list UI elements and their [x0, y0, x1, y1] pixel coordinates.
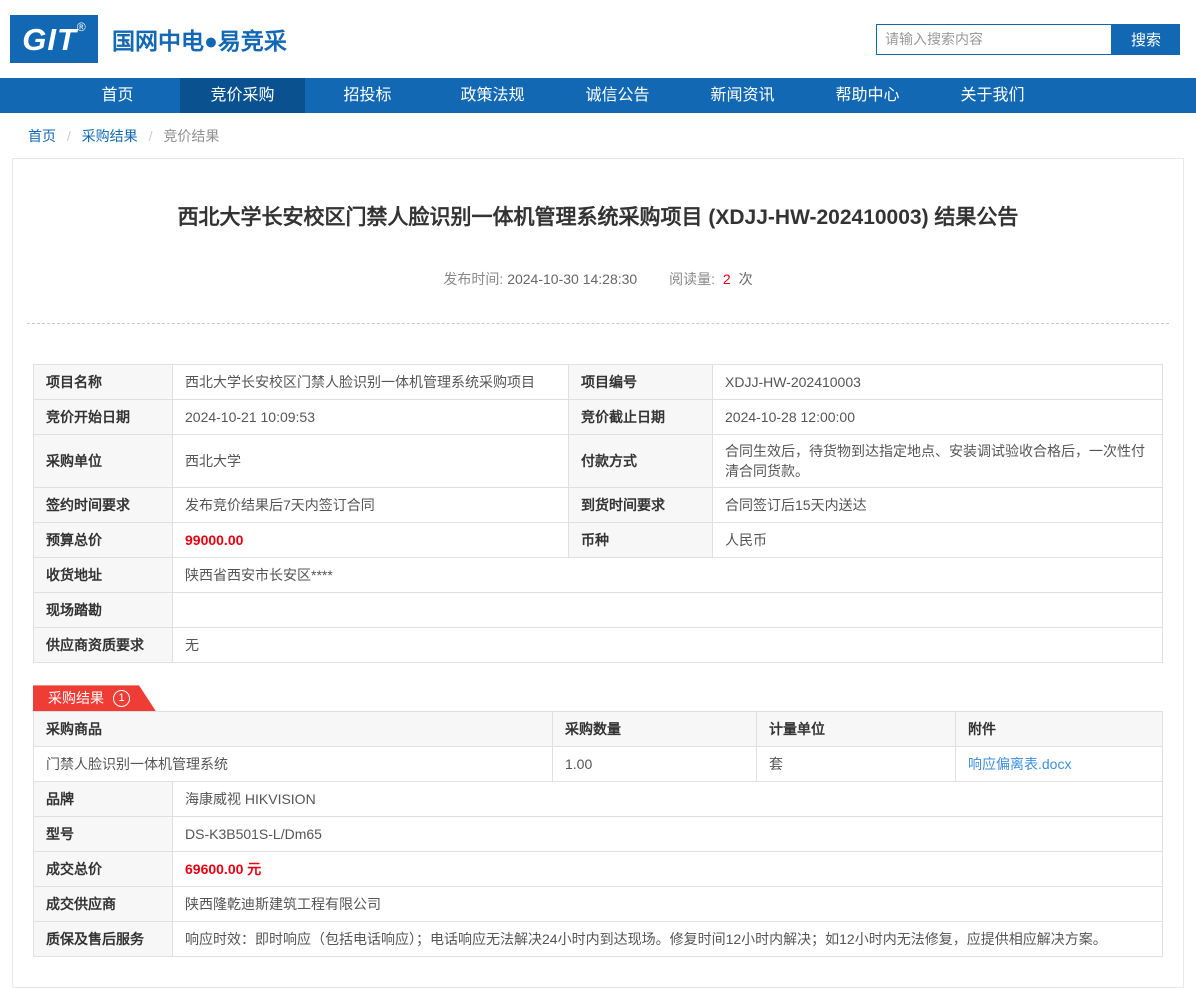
nav-item-about-us[interactable]: 关于我们: [930, 78, 1055, 113]
bid-end-label: 竞价截止日期: [569, 400, 713, 435]
breadcrumb-separator: /: [149, 128, 153, 144]
breadcrumb: 首页 / 采购结果 / 竞价结果: [0, 113, 1196, 158]
purchase-result-table: 采购商品 采购数量 计量单位 附件 门禁人脸识别一体机管理系统 1.00 套 响…: [33, 711, 1163, 782]
deal-price-label: 成交总价: [34, 852, 173, 887]
project-info-table: 项目名称 西北大学长安校区门禁人脸识别一体机管理系统采购项目 项目编号 XDJJ…: [33, 364, 1163, 663]
delivery-time-label: 到货时间要求: [569, 488, 713, 523]
site-header: GIT ® 国网中电●易竞采 搜索: [0, 0, 1196, 78]
main-nav: 首页 竞价采购 招投标 政策法规 诚信公告 新闻资讯 帮助中心 关于我们: [0, 78, 1196, 113]
result-detail-table: 品牌 海康威视 HIKVISION 型号 DS-K3B501S-L/Dm65 成…: [33, 781, 1163, 957]
nav-item-news[interactable]: 新闻资讯: [680, 78, 805, 113]
publish-time-value: 2024-10-30 14:28:30: [507, 271, 637, 287]
warranty-label: 质保及售后服务: [34, 922, 173, 957]
unit-column-header: 计量单位: [757, 712, 956, 747]
warranty-value: 响应时效：即时响应（包括电话响应）；电话响应无法解决24小时内到达现场。修复时间…: [173, 922, 1163, 957]
budget-label: 预算总价: [34, 523, 173, 558]
site-survey-value: [173, 593, 1163, 628]
project-name-value: 西北大学长安校区门禁人脸识别一体机管理系统采购项目: [173, 365, 569, 400]
payment-label: 付款方式: [569, 435, 713, 488]
nav-item-bidding-purchase[interactable]: 竞价采购: [180, 78, 305, 113]
qualification-value: 无: [173, 628, 1163, 663]
article-meta: 发布时间: 2024-10-30 14:28:30 阅读量: 2 次: [33, 269, 1163, 289]
table-row: 采购单位 西北大学 付款方式 合同生效后，待货物到达指定地点、安装调试验收合格后…: [34, 435, 1163, 488]
table-row: 收货地址 陕西省西安市长安区****: [34, 558, 1163, 593]
table-row: 项目名称 西北大学长安校区门禁人脸识别一体机管理系统采购项目 项目编号 XDJJ…: [34, 365, 1163, 400]
project-code-label: 项目编号: [569, 365, 713, 400]
bid-end-value: 2024-10-28 12:00:00: [713, 400, 1163, 435]
announcement-card: 西北大学长安校区门禁人脸识别一体机管理系统采购项目 (XDJJ-HW-20241…: [12, 158, 1184, 988]
attachment-cell: 响应偏离表.docx: [956, 747, 1163, 782]
table-row: 供应商资质要求 无: [34, 628, 1163, 663]
budget-value: 99000.00: [173, 523, 569, 558]
nav-item-home[interactable]: 首页: [55, 78, 180, 113]
delivery-time-value: 合同签订后15天内送达: [713, 488, 1163, 523]
sign-time-label: 签约时间要求: [34, 488, 173, 523]
site-survey-label: 现场踏勘: [34, 593, 173, 628]
nav-item-integrity-notice[interactable]: 诚信公告: [555, 78, 680, 113]
quantity-column-header: 采购数量: [553, 712, 757, 747]
table-row: 型号 DS-K3B501S-L/Dm65: [34, 817, 1163, 852]
search-input[interactable]: [876, 24, 1112, 55]
page-title: 西北大学长安校区门禁人脸识别一体机管理系统采购项目 (XDJJ-HW-20241…: [63, 203, 1133, 232]
address-label: 收货地址: [34, 558, 173, 593]
table-header-row: 采购商品 采购数量 计量单位 附件: [34, 712, 1163, 747]
table-row: 成交供应商 陕西隆乾迪斯建筑工程有限公司: [34, 887, 1163, 922]
attachment-column-header: 附件: [956, 712, 1163, 747]
views-unit: 次: [739, 271, 753, 287]
sign-time-value: 发布竞价结果后7天内签订合同: [173, 488, 569, 523]
bid-start-label: 竞价开始日期: [34, 400, 173, 435]
nav-item-policy[interactable]: 政策法规: [430, 78, 555, 113]
brand: GIT ® 国网中电●易竞采: [10, 15, 287, 63]
project-code-value: XDJJ-HW-202410003: [713, 365, 1163, 400]
currency-label: 币种: [569, 523, 713, 558]
supplier-label: 成交供应商: [34, 887, 173, 922]
supplier-value: 陕西隆乾迪斯建筑工程有限公司: [173, 887, 1163, 922]
site-title: 国网中电●易竞采: [112, 22, 287, 56]
project-name-label: 项目名称: [34, 365, 173, 400]
buyer-label: 采购单位: [34, 435, 173, 488]
quantity-value: 1.00: [553, 747, 757, 782]
nav-item-help-center[interactable]: 帮助中心: [805, 78, 930, 113]
table-row: 签约时间要求 发布竞价结果后7天内签订合同 到货时间要求 合同签订后15天内送达: [34, 488, 1163, 523]
table-row: 质保及售后服务 响应时效：即时响应（包括电话响应）；电话响应无法解决24小时内到…: [34, 922, 1163, 957]
model-label: 型号: [34, 817, 173, 852]
table-row: 品牌 海康威视 HIKVISION: [34, 782, 1163, 817]
breadcrumb-separator: /: [67, 128, 71, 144]
publish-time-label: 发布时间:: [443, 271, 503, 287]
brand-value: 海康威视 HIKVISION: [173, 782, 1163, 817]
views-label: 阅读量:: [669, 271, 715, 287]
git-logo[interactable]: GIT ®: [10, 15, 98, 63]
model-value: DS-K3B501S-L/Dm65: [173, 817, 1163, 852]
product-column-header: 采购商品: [34, 712, 553, 747]
unit-value: 套: [757, 747, 956, 782]
currency-value: 人民币: [713, 523, 1163, 558]
deal-price-value: 69600.00 元: [173, 852, 1163, 887]
qualification-label: 供应商资质要求: [34, 628, 173, 663]
bid-start-value: 2024-10-21 10:09:53: [173, 400, 569, 435]
table-row: 门禁人脸识别一体机管理系统 1.00 套 响应偏离表.docx: [34, 747, 1163, 782]
purchase-result-badge-label: 采购结果: [48, 688, 104, 708]
breadcrumb-current: 竞价结果: [163, 128, 219, 144]
table-row: 预算总价 99000.00 币种 人民币: [34, 523, 1163, 558]
table-row: 竞价开始日期 2024-10-21 10:09:53 竞价截止日期 2024-1…: [34, 400, 1163, 435]
logo-text: GIT: [22, 15, 77, 63]
breadcrumb-home[interactable]: 首页: [28, 128, 56, 144]
product-value: 门禁人脸识别一体机管理系统: [34, 747, 553, 782]
purchase-result-badge: 采购结果 1: [33, 685, 156, 711]
result-count-icon: 1: [113, 690, 130, 707]
breadcrumb-purchase-results[interactable]: 采购结果: [82, 128, 138, 144]
search-bar: 搜索: [876, 24, 1180, 55]
search-button[interactable]: 搜索: [1112, 24, 1180, 55]
registered-mark-icon: ®: [77, 20, 86, 63]
views-count: 2: [723, 271, 731, 287]
dashed-divider: [27, 323, 1169, 324]
buyer-value: 西北大学: [173, 435, 569, 488]
address-value: 陕西省西安市长安区****: [173, 558, 1163, 593]
table-row: 成交总价 69600.00 元: [34, 852, 1163, 887]
table-row: 现场踏勘: [34, 593, 1163, 628]
attachment-link[interactable]: 响应偏离表.docx: [968, 756, 1071, 772]
nav-item-tender[interactable]: 招投标: [305, 78, 430, 113]
payment-value: 合同生效后，待货物到达指定地点、安装调试验收合格后，一次性付清合同货款。: [713, 435, 1163, 488]
brand-label: 品牌: [34, 782, 173, 817]
